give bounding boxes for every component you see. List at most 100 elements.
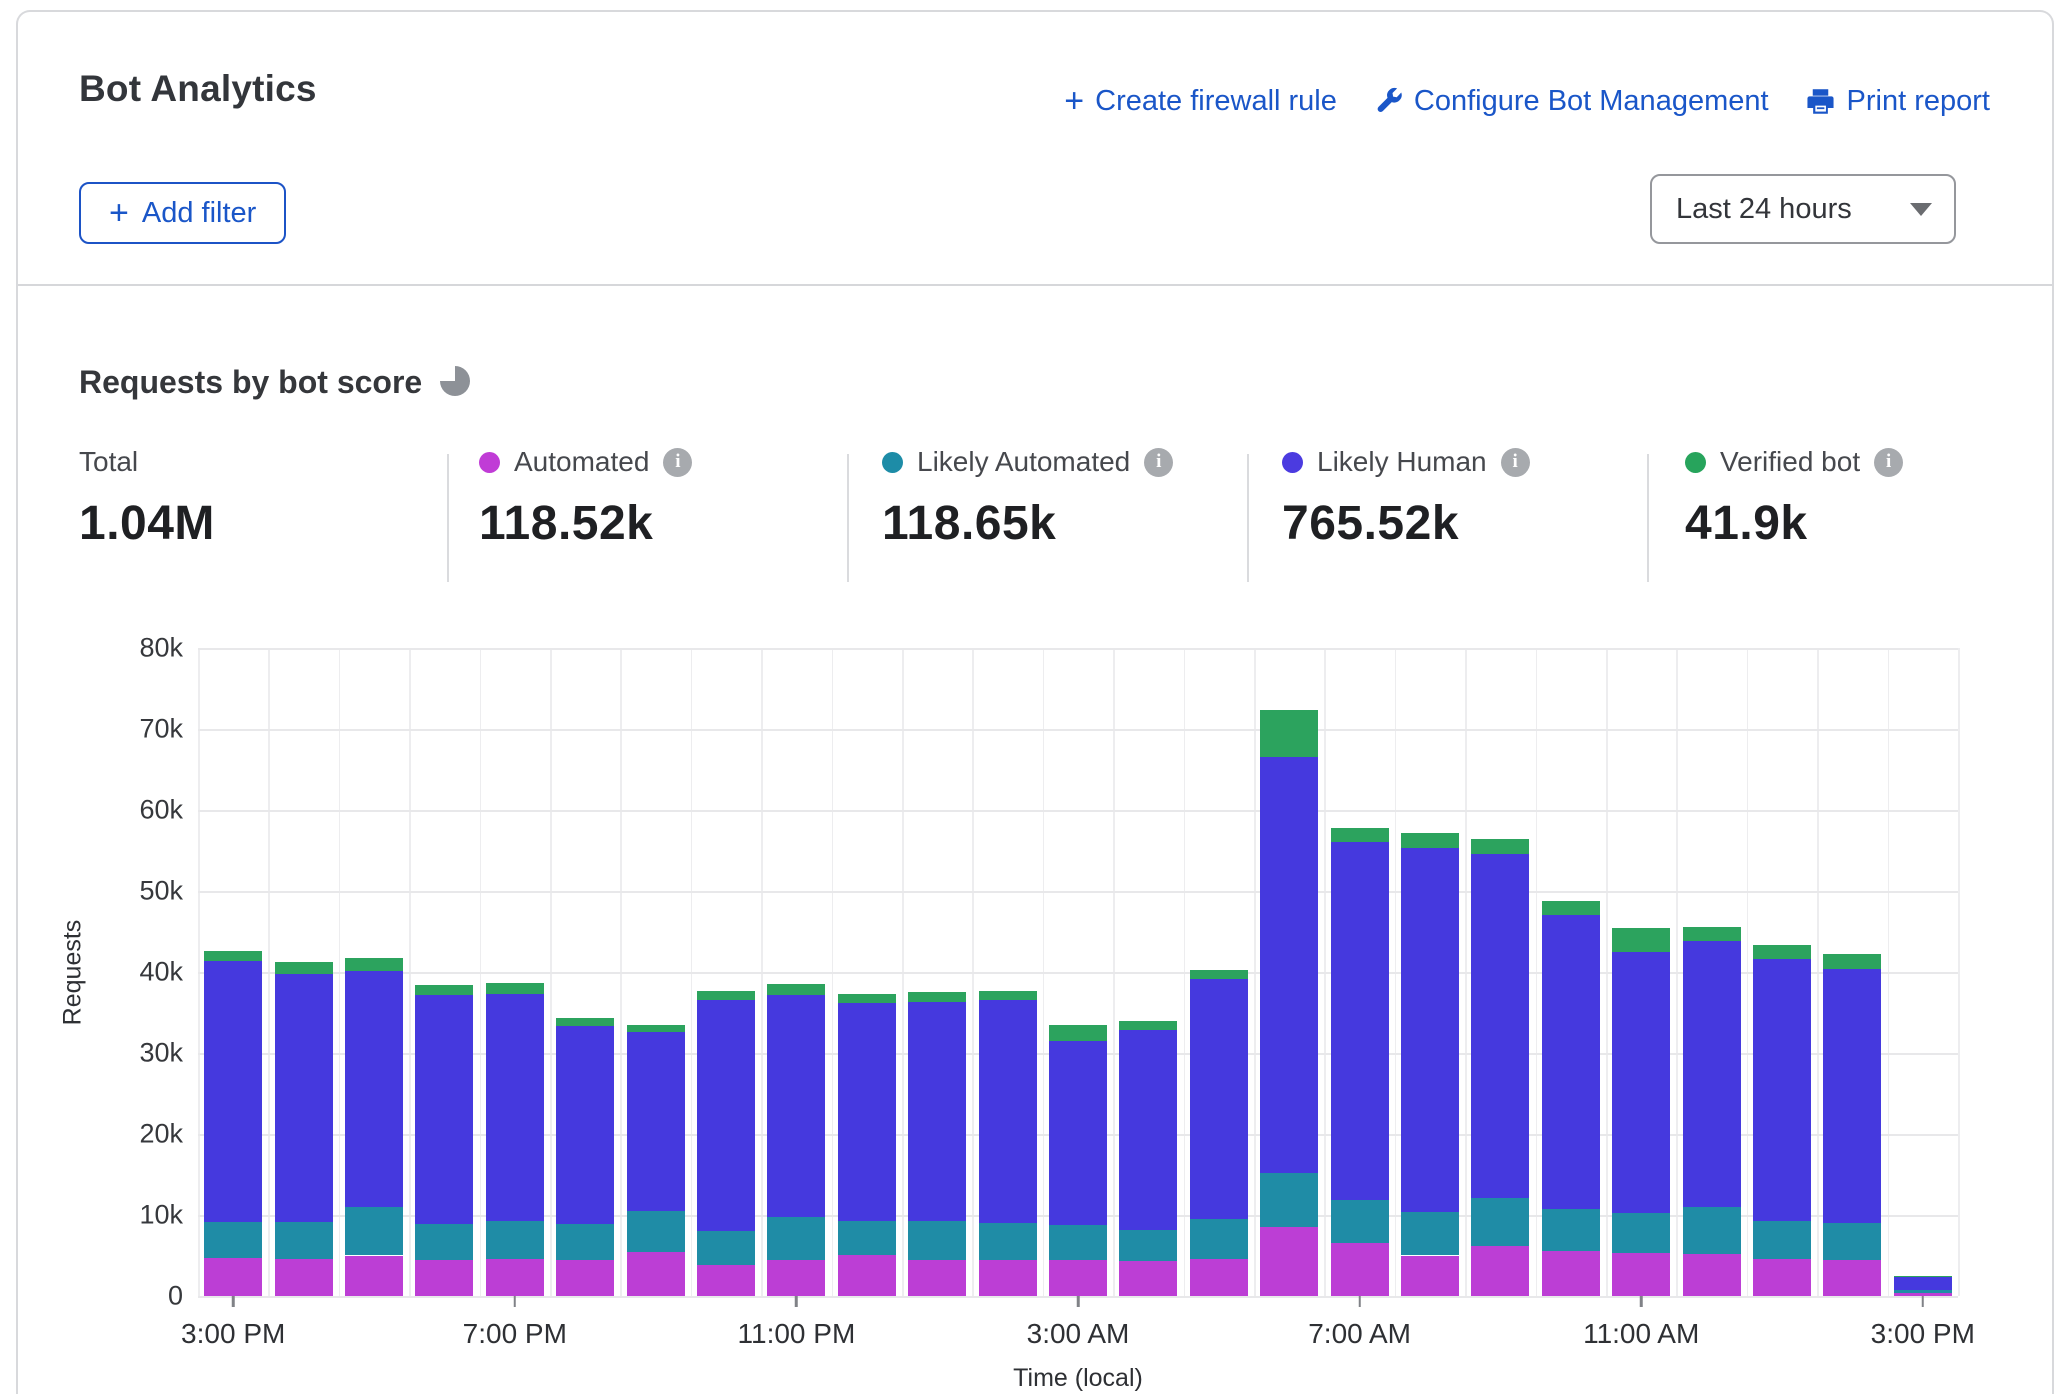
bar-segment-likely-human[interactable] [627,1032,685,1211]
bar-segment-likely-automated[interactable] [627,1211,685,1252]
bar-segment-verified-bot[interactable] [1049,1025,1107,1040]
bar-segment-likely-human[interactable] [1612,952,1670,1214]
bar-segment-automated[interactable] [1401,1256,1459,1297]
bar-segment-likely-human[interactable] [345,971,403,1207]
bar-segment-likely-automated[interactable] [556,1224,614,1260]
bar-segment-automated[interactable] [908,1260,966,1296]
bar-segment-likely-automated[interactable] [697,1231,755,1265]
bar-segment-likely-automated[interactable] [979,1223,1037,1260]
bar-segment-verified-bot[interactable] [1119,1021,1177,1030]
bar-segment-likely-human[interactable] [415,995,473,1224]
bar-segment-likely-human[interactable] [1049,1041,1107,1225]
x-axis-tick-label: 3:00 PM [181,1318,285,1350]
bar-segment-automated[interactable] [556,1260,614,1296]
bar-segment-automated[interactable] [838,1255,896,1296]
bar-segment-verified-bot[interactable] [627,1025,685,1032]
bar-segment-verified-bot[interactable] [1542,901,1600,916]
bar-segment-likely-human[interactable] [1401,848,1459,1212]
bar-segment-likely-automated[interactable] [1260,1173,1318,1227]
bar-segment-automated[interactable] [204,1258,262,1296]
bar-segment-likely-human[interactable] [275,974,333,1223]
bar-segment-automated[interactable] [415,1260,473,1296]
bar-segment-likely-human[interactable] [908,1002,966,1222]
bar-segment-automated[interactable] [345,1256,403,1297]
bar-segment-automated[interactable] [1683,1254,1741,1296]
bar-segment-likely-human[interactable] [1823,969,1881,1223]
bar-segment-likely-automated[interactable] [767,1217,825,1261]
bar-segment-automated[interactable] [1471,1246,1529,1296]
bar-segment-likely-automated[interactable] [908,1221,966,1260]
bar-segment-likely-automated[interactable] [486,1221,544,1258]
bar-segment-automated[interactable] [627,1252,685,1296]
bar-segment-likely-automated[interactable] [1612,1213,1670,1253]
bar-segment-automated[interactable] [1190,1259,1248,1296]
bar-segment-likely-automated[interactable] [1683,1207,1741,1254]
bar-segment-likely-automated[interactable] [1753,1221,1811,1259]
bar-segment-likely-human[interactable] [1471,854,1529,1198]
bar-segment-likely-human[interactable] [1542,915,1600,1209]
bar-segment-likely-automated[interactable] [1049,1225,1107,1261]
bar-segment-verified-bot[interactable] [908,992,966,1002]
bar-segment-likely-automated[interactable] [838,1221,896,1254]
bar-segment-verified-bot[interactable] [1331,828,1389,843]
bar-segment-likely-human[interactable] [486,994,544,1222]
bar-segment-likely-human[interactable] [767,995,825,1217]
bar-segment-verified-bot[interactable] [1894,1276,1952,1278]
bar-segment-likely-human[interactable] [204,961,262,1222]
bar-segment-verified-bot[interactable] [1683,927,1741,942]
bar-segment-verified-bot[interactable] [767,984,825,995]
bar-segment-likely-automated[interactable] [275,1222,333,1258]
bar-segment-likely-human[interactable] [1894,1277,1952,1290]
bar-segment-automated[interactable] [1260,1227,1318,1296]
bar-segment-automated[interactable] [1612,1253,1670,1296]
bar-segment-automated[interactable] [275,1259,333,1296]
bar-segment-likely-human[interactable] [1119,1030,1177,1230]
bar-segment-verified-bot[interactable] [979,991,1037,1000]
bar-segment-verified-bot[interactable] [1823,954,1881,969]
bar-segment-likely-human[interactable] [556,1026,614,1224]
bar-segment-verified-bot[interactable] [486,983,544,994]
bar-segment-automated[interactable] [1542,1251,1600,1296]
bar-segment-likely-human[interactable] [979,1000,1037,1224]
bar-segment-verified-bot[interactable] [556,1018,614,1026]
bar-segment-automated[interactable] [697,1265,755,1296]
bar-segment-likely-automated[interactable] [1190,1219,1248,1259]
bar-segment-likely-automated[interactable] [1401,1212,1459,1256]
bar-segment-verified-bot[interactable] [1471,839,1529,854]
bar-segment-likely-human[interactable] [697,1000,755,1232]
bar-segment-automated[interactable] [1823,1260,1881,1296]
bar-segment-likely-automated[interactable] [415,1224,473,1260]
bar-segment-verified-bot[interactable] [697,991,755,999]
bar-segment-automated[interactable] [1049,1260,1107,1296]
bar-segment-automated[interactable] [979,1260,1037,1296]
bar-segment-likely-automated[interactable] [1894,1290,1952,1292]
bar-segment-likely-human[interactable] [1190,979,1248,1219]
bar-segment-verified-bot[interactable] [275,962,333,973]
bar-segment-automated[interactable] [1331,1243,1389,1296]
bar-segment-likely-human[interactable] [1331,842,1389,1199]
bar-segment-automated[interactable] [767,1260,825,1296]
bar-segment-verified-bot[interactable] [1612,928,1670,951]
bar-segment-likely-human[interactable] [1753,959,1811,1221]
bar-segment-likely-automated[interactable] [1542,1209,1600,1250]
bar-segment-verified-bot[interactable] [1401,833,1459,848]
bar-segment-verified-bot[interactable] [838,994,896,1003]
bar-segment-verified-bot[interactable] [345,958,403,971]
bar-segment-automated[interactable] [1119,1261,1177,1296]
bar-segment-likely-automated[interactable] [345,1207,403,1256]
bar-segment-likely-human[interactable] [838,1003,896,1222]
bar-segment-likely-human[interactable] [1260,757,1318,1173]
bar-segment-automated[interactable] [1753,1259,1811,1296]
bar-segment-likely-automated[interactable] [1471,1198,1529,1246]
bar-segment-likely-automated[interactable] [204,1222,262,1258]
bar-segment-verified-bot[interactable] [1190,970,1248,979]
bar-segment-likely-automated[interactable] [1119,1230,1177,1262]
bar-segment-verified-bot[interactable] [1753,945,1811,959]
bar-segment-likely-automated[interactable] [1331,1200,1389,1244]
bar-segment-automated[interactable] [486,1259,544,1296]
bar-segment-likely-automated[interactable] [1823,1223,1881,1259]
bar-segment-verified-bot[interactable] [1260,710,1318,757]
bar-segment-verified-bot[interactable] [415,985,473,995]
bar-segment-likely-human[interactable] [1683,941,1741,1207]
bar-segment-verified-bot[interactable] [204,951,262,962]
